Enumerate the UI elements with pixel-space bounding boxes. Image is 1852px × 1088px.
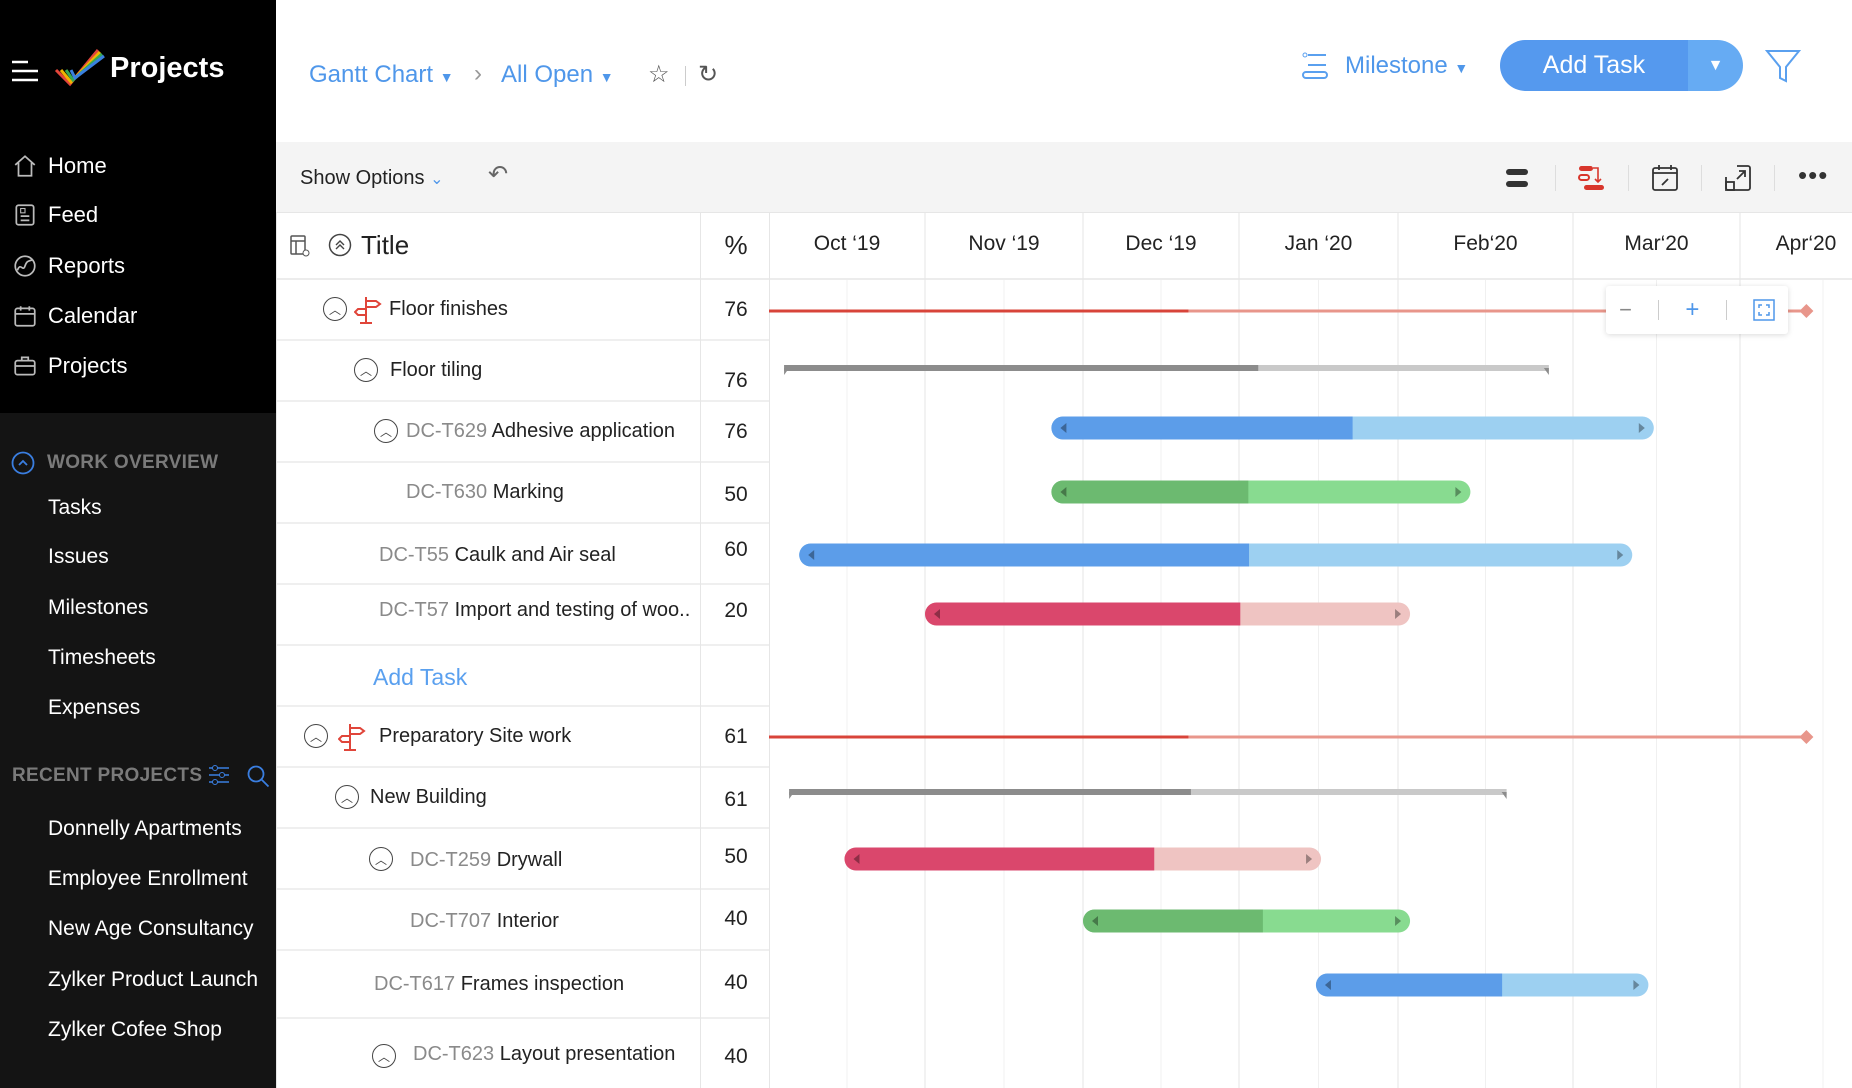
divider <box>1658 300 1660 320</box>
task-bar-progress <box>844 847 1155 871</box>
task-bar-progress <box>1051 480 1249 504</box>
summary-bar-progress <box>784 365 1259 371</box>
summary-bar-progress <box>789 789 1191 795</box>
task-bar-progress <box>1083 909 1263 933</box>
zoom-controls: − + <box>1606 286 1788 334</box>
task-bar-progress <box>925 602 1241 626</box>
fit-screen-icon[interactable] <box>1753 299 1775 321</box>
milestone-diamond <box>1799 730 1814 744</box>
task-bar-progress <box>1051 416 1353 440</box>
milestone-diamond <box>1799 304 1814 318</box>
zoom-out-icon[interactable]: − <box>1619 297 1632 323</box>
zoom-in-icon[interactable]: + <box>1685 296 1699 324</box>
gantt-chart <box>769 213 1824 1088</box>
divider <box>1725 300 1727 320</box>
task-bar-progress <box>1315 973 1503 997</box>
task-bar-progress <box>799 543 1250 567</box>
